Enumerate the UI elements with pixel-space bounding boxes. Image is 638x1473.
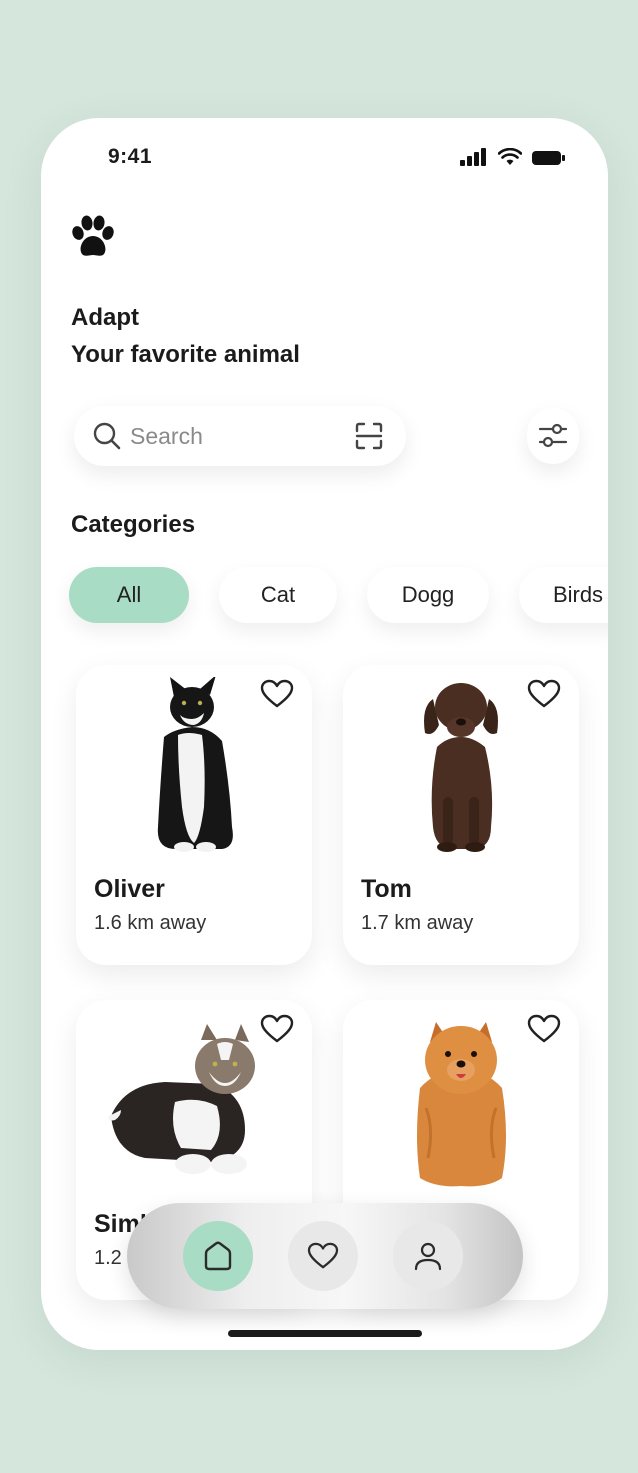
bottom-navbar bbox=[127, 1203, 523, 1309]
heart-icon bbox=[307, 1242, 339, 1269]
search-icon bbox=[93, 422, 121, 450]
status-time: 9:41 bbox=[108, 145, 153, 168]
nav-profile-button[interactable] bbox=[393, 1221, 463, 1291]
home-indicator bbox=[228, 1330, 422, 1337]
category-chips: All Cat Dogg Birds bbox=[69, 567, 608, 623]
signal-icon bbox=[460, 148, 486, 166]
favorite-heart-icon[interactable] bbox=[260, 1014, 294, 1044]
chip-cat[interactable]: Cat bbox=[219, 567, 337, 623]
wifi-icon bbox=[498, 148, 522, 165]
sliders-icon bbox=[538, 423, 568, 448]
nav-favorites-button[interactable] bbox=[288, 1221, 358, 1291]
home-icon bbox=[204, 1241, 232, 1271]
page-subtitle: Your favorite animal bbox=[71, 341, 300, 368]
dog-image bbox=[417, 1022, 506, 1187]
profile-icon bbox=[414, 1242, 442, 1271]
search-bar[interactable] bbox=[74, 406, 406, 466]
pet-card-tom[interactable]: Tom 1.7 km away bbox=[343, 665, 579, 965]
favorite-heart-icon[interactable] bbox=[527, 679, 561, 709]
pet-distance: 1.6 km away bbox=[94, 912, 207, 934]
chip-all[interactable]: All bbox=[69, 567, 189, 623]
chip-birds[interactable]: Birds bbox=[519, 567, 608, 623]
paw-logo-icon bbox=[72, 215, 114, 256]
dog-image bbox=[424, 683, 498, 852]
pet-card-oliver[interactable]: Oliver 1.6 km away bbox=[76, 665, 312, 965]
phone-screen: 9:41 Adapt Your favorite animal Search C… bbox=[41, 118, 608, 1350]
page-title: Adapt bbox=[71, 304, 139, 331]
chip-dogg[interactable]: Dogg bbox=[367, 567, 489, 623]
filter-button[interactable] bbox=[527, 408, 579, 464]
search-input[interactable] bbox=[130, 422, 330, 450]
pet-name: Oliver bbox=[94, 875, 165, 903]
categories-title: Categories bbox=[71, 511, 196, 538]
scan-icon[interactable] bbox=[354, 421, 384, 451]
favorite-heart-icon[interactable] bbox=[260, 679, 294, 709]
cat-image bbox=[157, 677, 233, 852]
pet-name: Tom bbox=[361, 875, 412, 903]
status-icons bbox=[460, 148, 566, 166]
pet-distance: 1.7 km away bbox=[361, 912, 474, 934]
cat-image bbox=[108, 1024, 255, 1174]
battery-icon bbox=[532, 151, 565, 165]
favorite-heart-icon[interactable] bbox=[527, 1014, 561, 1044]
nav-home-button[interactable] bbox=[183, 1221, 253, 1291]
